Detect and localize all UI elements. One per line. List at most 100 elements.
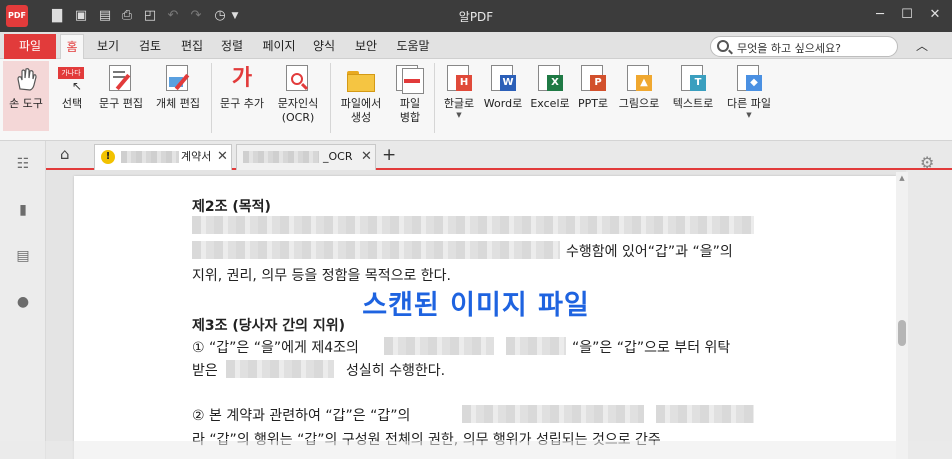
article3-p1-start: ① “갑”은 “을”에게 제4조의 (192, 340, 359, 356)
convert-hangul-label: 한글로 (443, 97, 475, 110)
tab-title-redacted (243, 145, 319, 169)
search-placeholder: 무엇을 하고 싶으세요? (737, 42, 841, 55)
redacted-text (506, 337, 566, 355)
scanned-image-overlay: 스캔된 이미지 파일 (362, 290, 590, 321)
convert-word-label: Word로 (483, 97, 523, 110)
select-button[interactable]: 가나다 ↖ 선택 (52, 61, 92, 131)
search-icon (717, 40, 729, 52)
gear-icon[interactable]: ⚙ (920, 153, 934, 172)
scroll-up-icon[interactable]: ▲ (898, 174, 906, 182)
hand-tool-label: 손 도구 (9, 97, 43, 110)
article3-p1-c1: 받은 (192, 363, 218, 379)
merge-label-1: 파일 (399, 97, 421, 110)
tab-edit[interactable]: 편집 (176, 34, 208, 59)
tab-document-ocr[interactable]: _OCR ✕ (236, 144, 376, 170)
merge-icon (396, 65, 424, 94)
close-tab-icon[interactable]: ✕ (217, 145, 228, 169)
vertical-scrollbar[interactable]: ▲ (896, 172, 908, 459)
window-title: 알PDF (458, 10, 494, 24)
other-file-icon: ◆ (735, 65, 763, 93)
select-label: 선택 (61, 97, 83, 110)
tab-arrange[interactable]: 정렬 (216, 34, 248, 59)
add-tab-icon[interactable]: + (382, 145, 396, 165)
redacted-text (384, 337, 494, 355)
tab-home[interactable]: 홈 (60, 34, 84, 59)
close-icon[interactable]: ✕ (920, 5, 950, 25)
convert-word-button[interactable]: W Word로 (482, 61, 524, 131)
tab-security[interactable]: 보안 (350, 34, 382, 59)
convert-hangul-button[interactable]: H 한글로 ▼ (438, 61, 480, 131)
tab-review[interactable]: 검토 (134, 34, 166, 59)
bookmark-icon[interactable]: ▮ (14, 201, 32, 219)
minimize-icon[interactable]: ─ (865, 5, 895, 25)
merge-files-button[interactable]: 파일 병합 (392, 61, 428, 131)
ocr-label-1: 문자인식 (277, 97, 319, 110)
edit-object-icon (164, 65, 192, 93)
tab-title-redacted (121, 145, 179, 169)
edit-text-button[interactable]: 문구 편집 (95, 61, 147, 131)
add-text-button[interactable]: 가 문구 추가 (216, 61, 268, 131)
create-from-file-label-2: 생성 (350, 111, 372, 124)
add-text-label: 문구 추가 (220, 97, 264, 110)
warning-icon: ! (101, 150, 115, 164)
convert-other-button[interactable]: ◆ 다른 파일 ▼ (722, 61, 776, 131)
article3-heading: 제3조 (당사자 간의 지위) (192, 318, 346, 334)
thumbnails-icon[interactable]: ☷ (14, 155, 32, 173)
collapse-ribbon-icon[interactable]: ︿ (912, 36, 932, 56)
article3-p1-c2: 성실히 수행한다. (346, 363, 446, 379)
add-text-icon: 가 (228, 65, 256, 93)
home-icon[interactable]: ⌂ (60, 145, 70, 163)
file-menu[interactable]: 파일 (4, 34, 56, 59)
tab-page[interactable]: 페이지 (258, 34, 300, 59)
ocr-button[interactable]: 문자인식 (OCR) (272, 61, 324, 131)
hand-icon (12, 65, 40, 93)
tab-view[interactable]: 보기 (92, 34, 124, 59)
convert-ppt-button[interactable]: P PPT로 (576, 61, 610, 131)
select-text-icon: 가나다 ↖ (58, 65, 86, 93)
word-file-icon: W (489, 65, 517, 93)
article2-line3: 지위, 권리, 의무 등을 정함을 목적으로 한다. (192, 268, 452, 284)
maximize-icon[interactable]: ☐ (892, 5, 922, 25)
convert-excel-label: Excel로 (530, 97, 570, 110)
dropdown-arrow-icon[interactable]: ▼ (722, 111, 776, 119)
ribbon-separator (211, 63, 212, 133)
edit-text-label: 문구 편집 (99, 97, 143, 110)
hand-tool-button[interactable]: 손 도구 (3, 61, 49, 131)
text-file-icon: T (679, 65, 707, 93)
create-from-file-label-1: 파일에서 (340, 97, 382, 110)
edit-object-label: 개체 편집 (156, 97, 200, 110)
folder-icon (347, 65, 375, 93)
close-tab-icon[interactable]: ✕ (361, 145, 372, 169)
create-from-file-button[interactable]: 파일에서 생성 (334, 61, 388, 131)
redacted-text (462, 405, 644, 423)
search-input[interactable]: 무엇을 하고 싶으세요? (710, 36, 898, 57)
ribbon-separator (434, 63, 435, 133)
ocr-label-2: (OCR) (281, 111, 315, 124)
convert-other-label: 다른 파일 (727, 97, 771, 110)
ocr-icon (284, 65, 312, 93)
tab-document-contract[interactable]: ! 계약서 ✕ (94, 144, 232, 170)
comment-icon[interactable]: ▤ (14, 247, 32, 265)
title-bar: PDF ▇ ▣ ▤ ⎙ ◰ ↶ ↷ ◷ ▼ 알PDF ─ ☐ ✕ (0, 0, 952, 32)
tab-help[interactable]: 도움말 (392, 34, 434, 59)
article2-line2-tail: 수행함에 있어“갑”과 “을”의 (566, 244, 733, 260)
convert-image-button[interactable]: ▲ 그림으로 (615, 61, 663, 131)
redacted-text (192, 216, 754, 234)
ribbon-toolbar: 손 도구 가나다 ↖ 선택 문구 편집 개체 편집 가 문구 추가 문자인식 (… (0, 59, 952, 141)
convert-excel-button[interactable]: X Excel로 (528, 61, 572, 131)
select-icon-text: 가나다 (58, 67, 84, 79)
edit-object-button[interactable]: 개체 편집 (152, 61, 204, 131)
dropdown-arrow-icon[interactable]: ▼ (438, 111, 480, 119)
redacted-text (226, 360, 334, 378)
article2-heading: 제2조 (목적) (192, 199, 271, 215)
article3-p1-mid: “을”은 “갑”으로 부터 위탁 (572, 340, 731, 356)
scrollbar-thumb[interactable] (898, 320, 906, 346)
bottom-strip (0, 441, 952, 459)
convert-text-button[interactable]: T 텍스트로 (667, 61, 719, 131)
redacted-text (656, 405, 754, 423)
edit-text-icon (107, 65, 135, 93)
tab-form[interactable]: 양식 (308, 34, 340, 59)
hangul-file-icon: H (445, 65, 473, 93)
merge-label-2: 병합 (399, 111, 421, 124)
excel-file-icon: X (536, 65, 564, 93)
